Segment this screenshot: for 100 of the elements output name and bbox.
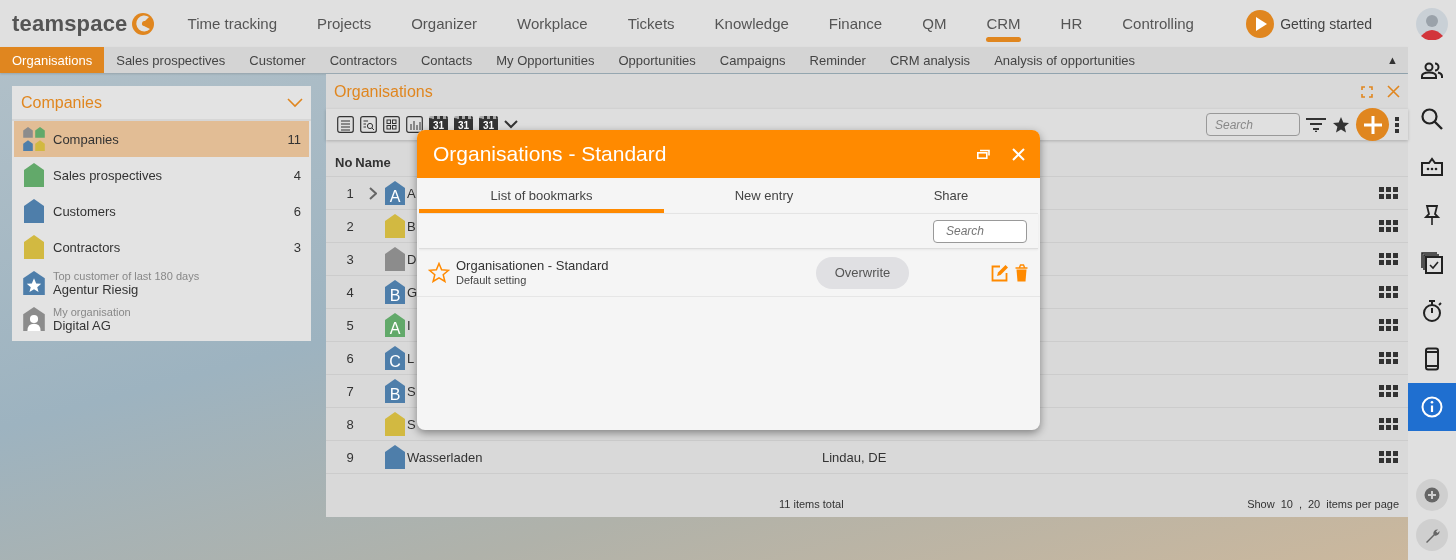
grid-menu-icon[interactable] (1379, 286, 1398, 298)
nav-tab[interactable]: Controlling (1122, 0, 1194, 47)
chevron-right-icon[interactable] (368, 186, 377, 200)
more-icon[interactable] (1395, 116, 1399, 133)
sidebar-item[interactable]: My organisation Digital AG (14, 301, 309, 337)
item-label: Agentur Riesig (53, 283, 140, 297)
sidebar-item[interactable]: Contractors 3 (14, 229, 309, 265)
row-number: 2 (345, 218, 355, 234)
bookmark-note: Default setting (456, 273, 528, 287)
collapse-toggle[interactable]: ▲ (1387, 47, 1398, 73)
table-cell: G (407, 284, 418, 300)
item-count: 6 (293, 203, 301, 219)
grid-menu-icon[interactable] (1379, 187, 1398, 199)
dialog-tab[interactable]: List of bookmarks (419, 178, 664, 213)
star-icon[interactable] (1332, 115, 1350, 134)
nav-tab[interactable]: Tickets (627, 0, 675, 47)
row-number: 9 (345, 449, 355, 465)
grid-menu-icon[interactable] (1379, 220, 1398, 232)
avatar[interactable] (1416, 7, 1448, 40)
sub-tab[interactable]: Sales prospectives (104, 47, 238, 73)
table-cell: Wasserladen (407, 449, 483, 465)
row-number: 6 (345, 350, 355, 366)
sub-tab[interactable]: Contacts (408, 47, 485, 73)
sidebar-item[interactable]: Companies 11 (14, 121, 309, 157)
grid-icon[interactable] (383, 116, 400, 133)
nav-tab[interactable]: Workplace (517, 0, 588, 47)
item-count: 3 (293, 239, 301, 255)
sub-tab[interactable]: Reminder (797, 47, 878, 73)
separator-text: , (1298, 498, 1302, 510)
grid-menu-icon[interactable] (1379, 352, 1398, 364)
item-count: 4 (293, 167, 301, 183)
grid-menu-icon[interactable] (1379, 253, 1398, 265)
house-icon: A (385, 181, 405, 205)
item-total: 11 items total (779, 498, 844, 510)
nav-tab[interactable]: QM (922, 0, 947, 47)
bar-chart-icon[interactable] (406, 116, 423, 133)
item-caption: My organisation (53, 305, 131, 319)
sub-tab[interactable]: CRM analysis (877, 47, 983, 73)
nav-tab[interactable]: Projects (317, 0, 372, 47)
item-label: Contractors (53, 239, 121, 255)
nav-tab[interactable]: Finance (828, 0, 883, 47)
add-button[interactable] (1416, 479, 1448, 511)
grid-menu-icon[interactable] (1379, 319, 1398, 331)
grid-menu-icon[interactable] (1379, 385, 1398, 397)
sub-tab[interactable]: Analysis of opportunities (982, 47, 1148, 73)
column-header: Name (355, 155, 391, 170)
row-number: 1 (345, 185, 355, 201)
plus-icon (1362, 114, 1383, 135)
star-outline-icon[interactable] (428, 262, 450, 283)
filter-icon[interactable] (1306, 117, 1326, 132)
sub-tab[interactable]: Opportunities (606, 47, 708, 73)
table-cell: S (407, 383, 416, 399)
page-size-link[interactable]: 20 (1308, 498, 1321, 510)
item-label: Customers (53, 203, 116, 219)
overwrite-button[interactable]: Overwrite (816, 256, 909, 289)
sidebar-item[interactable]: Customers 6 (14, 193, 309, 229)
house-icon: A (385, 313, 405, 337)
dialog-title: Organisations - Standard (433, 142, 667, 166)
nav-tab[interactable]: CRM (986, 0, 1021, 47)
page-size-link[interactable]: 10 (1280, 498, 1293, 510)
row-number: 4 (345, 284, 355, 300)
sidebar-item[interactable]: Top customer of last 180 days Agentur Riesig (14, 265, 309, 301)
add-button[interactable] (1356, 108, 1389, 141)
table-cell: I (407, 317, 411, 333)
nav-tab[interactable]: Organizer (411, 0, 478, 47)
sub-tab[interactable]: My Opportunities (484, 47, 607, 73)
item-caption: Top customer of last 180 days (53, 269, 200, 283)
houses-icon (22, 127, 46, 151)
add-circle-icon (1424, 487, 1440, 503)
sub-tab[interactable]: Campaigns (707, 47, 798, 73)
dialog-tab[interactable]: New entry (664, 178, 864, 213)
grid-menu-icon[interactable] (1379, 451, 1398, 463)
nav-tab[interactable]: HR (1060, 0, 1083, 47)
item-label: Digital AG (53, 319, 112, 333)
sub-tab[interactable]: Contractors (317, 47, 409, 73)
row-number: 7 (345, 383, 355, 399)
house-icon: B (385, 280, 405, 304)
stopwatch-icon (1420, 299, 1444, 323)
sidebar-item[interactable]: Sales prospectives 4 (14, 157, 309, 193)
nav-tab[interactable]: Knowledge (714, 0, 789, 47)
tools-button[interactable] (1416, 519, 1448, 551)
search-field[interactable]: Search (933, 219, 1027, 243)
table-cell: D (407, 251, 417, 267)
sub-tab[interactable]: Customer (237, 47, 318, 73)
item-label: Companies (53, 131, 119, 147)
chevron-down-icon[interactable] (504, 120, 518, 129)
table-cell: Lindau, DE (822, 449, 887, 465)
nav-tab[interactable]: Time tracking (187, 0, 277, 47)
list-icon[interactable] (337, 116, 354, 133)
item-label: Sales prospectives (53, 167, 163, 183)
search-field[interactable]: Search (1206, 113, 1300, 136)
dialog-tab[interactable]: Share (864, 178, 1038, 213)
card-icon (1420, 155, 1444, 179)
wrench-icon (1424, 527, 1440, 543)
panel-title: Companies (21, 93, 102, 112)
getting-started-button[interactable]: Getting started (1246, 9, 1372, 38)
detail-view-icon[interactable] (360, 116, 377, 133)
row-number: 8 (345, 416, 355, 432)
table-cell: S (407, 416, 416, 432)
grid-menu-icon[interactable] (1379, 418, 1398, 430)
